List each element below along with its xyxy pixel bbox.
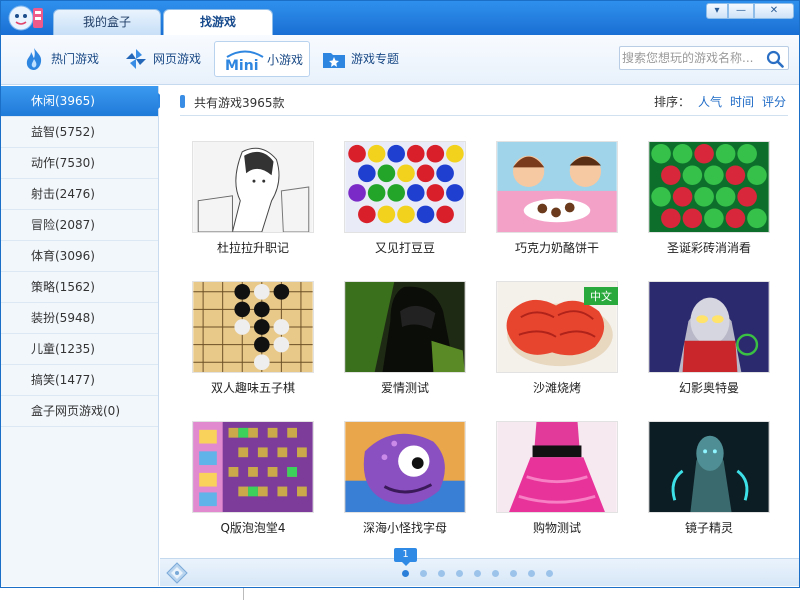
game-thumbnail[interactable]: [192, 421, 314, 513]
game-card[interactable]: 又见打豆豆: [344, 141, 466, 265]
page-dot[interactable]: [402, 570, 409, 577]
game-card[interactable]: 爱情测试: [344, 281, 466, 405]
page-dot[interactable]: [420, 570, 427, 577]
sort-label: 排序：: [653, 95, 690, 109]
total-games-count: 共有游戏3965款: [194, 96, 285, 110]
game-name[interactable]: 杜拉拉升职记: [182, 239, 324, 256]
game-name[interactable]: Q版泡泡堂4: [182, 519, 324, 536]
page-dot[interactable]: [438, 570, 445, 577]
pinwheel-icon: [126, 49, 146, 69]
diamond-icon[interactable]: [166, 562, 188, 584]
close-button[interactable]: ✕: [754, 3, 794, 19]
category-item-action[interactable]: 动作(7530): [1, 148, 158, 179]
game-card[interactable]: 双人趣味五子棋: [192, 281, 314, 405]
game-name[interactable]: 镜子精灵: [638, 519, 780, 536]
game-name[interactable]: 双人趣味五子棋: [182, 379, 324, 396]
sort-by-rating[interactable]: 评分: [762, 95, 786, 109]
fire-icon: [26, 48, 42, 70]
game-thumbnail[interactable]: [192, 141, 314, 233]
game-topics-label: 游戏专题: [351, 52, 400, 66]
toolbar: 热门游戏 网页游戏 Mini 小游戏 游戏专题: [1, 35, 799, 85]
game-thumbnail[interactable]: [192, 281, 314, 373]
category-item-dressup[interactable]: 装扮(5948): [1, 303, 158, 334]
category-item-strategy[interactable]: 策略(1562): [1, 272, 158, 303]
search-box: [619, 46, 789, 70]
bottom-strip: [0, 588, 800, 600]
list-header: 共有游戏3965款 排序： 人气 时间 评分: [180, 92, 788, 116]
game-card[interactable]: 镜子精灵: [648, 421, 770, 545]
game-name[interactable]: 深海小怪找字母: [334, 519, 476, 536]
page-dot[interactable]: [510, 570, 517, 577]
tab-find-games[interactable]: 找游戏: [163, 9, 273, 36]
search-input[interactable]: [622, 48, 762, 68]
mini-logo-text: Mini: [225, 58, 259, 72]
hot-games-button[interactable]: 热门游戏: [17, 41, 111, 77]
game-name[interactable]: 巧克力奶酪饼干: [486, 239, 628, 256]
game-box-window: 我的盒子 找游戏 ▾ — ✕ 热门游戏 网页游戏 Mini 小游戏 游戏专题 搜…: [0, 0, 800, 588]
game-card[interactable]: 购物测试: [496, 421, 618, 545]
menu-button[interactable]: ▾: [706, 3, 728, 19]
game-thumbnail[interactable]: [344, 421, 466, 513]
title-bar: 我的盒子 找游戏 ▾ — ✕: [1, 1, 799, 36]
page-dot[interactable]: [492, 570, 499, 577]
game-card[interactable]: 圣诞彩砖消消看: [648, 141, 770, 265]
game-name[interactable]: 幻影奥特曼: [638, 379, 780, 396]
game-name[interactable]: 爱情测试: [334, 379, 476, 396]
category-item-adventure[interactable]: 冒险(2087): [1, 210, 158, 241]
page-dot[interactable]: [528, 570, 535, 577]
page-dot[interactable]: [474, 570, 481, 577]
chinese-badge: 中文: [584, 287, 618, 305]
page-dot[interactable]: [456, 570, 463, 577]
pagination-bar: [160, 558, 799, 586]
category-item-sports[interactable]: 体育(3096): [1, 241, 158, 272]
category-item-kids[interactable]: 儿童(1235): [1, 334, 158, 365]
game-name[interactable]: 购物测试: [486, 519, 628, 536]
category-sidebar: 休闲(3965) 益智(5752) 动作(7530) 射击(2476) 冒险(2…: [1, 86, 167, 586]
game-thumbnail[interactable]: [496, 421, 618, 513]
game-card[interactable]: 幻影奥特曼: [648, 281, 770, 405]
search-icon[interactable]: [766, 50, 784, 68]
mini-games-button[interactable]: Mini 小游戏: [214, 41, 310, 77]
header-marker: [180, 95, 185, 108]
current-page-indicator: 1: [394, 548, 417, 566]
app-logo-icon: [8, 5, 43, 31]
category-item-funny[interactable]: 搞笑(1477): [1, 365, 158, 396]
minimize-button[interactable]: —: [728, 3, 754, 19]
game-list-panel: 共有游戏3965款 排序： 人气 时间 评分 杜拉拉升职记 又见打豆豆 巧克力奶…: [160, 86, 799, 558]
hot-games-label: 热门游戏: [51, 52, 100, 66]
game-card[interactable]: 中文 沙滩烧烤: [496, 281, 618, 405]
bottom-divider: [243, 588, 244, 600]
game-card[interactable]: Q版泡泡堂4: [192, 421, 314, 545]
game-thumbnail[interactable]: [344, 141, 466, 233]
folder-star-icon: [323, 53, 345, 68]
game-thumbnail[interactable]: [648, 141, 770, 233]
category-item-shooting[interactable]: 射击(2476): [1, 179, 158, 210]
tab-my-box[interactable]: 我的盒子: [53, 9, 161, 35]
game-name[interactable]: 圣诞彩砖消消看: [638, 239, 780, 256]
category-item-box-web-games[interactable]: 盒子网页游戏(0): [1, 396, 158, 427]
category-item-casual[interactable]: 休闲(3965): [1, 86, 167, 117]
game-thumbnail[interactable]: [496, 141, 618, 233]
game-card[interactable]: 深海小怪找字母: [344, 421, 466, 545]
game-thumbnail[interactable]: [648, 281, 770, 373]
mini-logo-icon: Mini: [225, 50, 264, 72]
sort-by-time[interactable]: 时间: [730, 95, 754, 109]
category-item-puzzle[interactable]: 益智(5752): [1, 117, 158, 148]
web-games-button[interactable]: 网页游戏: [119, 41, 213, 77]
game-card[interactable]: 巧克力奶酪饼干: [496, 141, 618, 265]
game-thumbnail[interactable]: [648, 421, 770, 513]
game-topics-button[interactable]: 游戏专题: [317, 41, 413, 77]
web-games-label: 网页游戏: [153, 52, 202, 66]
mini-games-label: 小游戏: [267, 53, 304, 67]
game-name[interactable]: 又见打豆豆: [334, 239, 476, 256]
sort-by-popularity[interactable]: 人气: [698, 95, 722, 109]
sort-controls: 排序： 人气 时间 评分: [646, 93, 786, 110]
game-thumbnail[interactable]: [344, 281, 466, 373]
game-card[interactable]: 杜拉拉升职记: [192, 141, 314, 265]
game-name[interactable]: 沙滩烧烤: [486, 379, 628, 396]
page-dot[interactable]: [546, 570, 553, 577]
